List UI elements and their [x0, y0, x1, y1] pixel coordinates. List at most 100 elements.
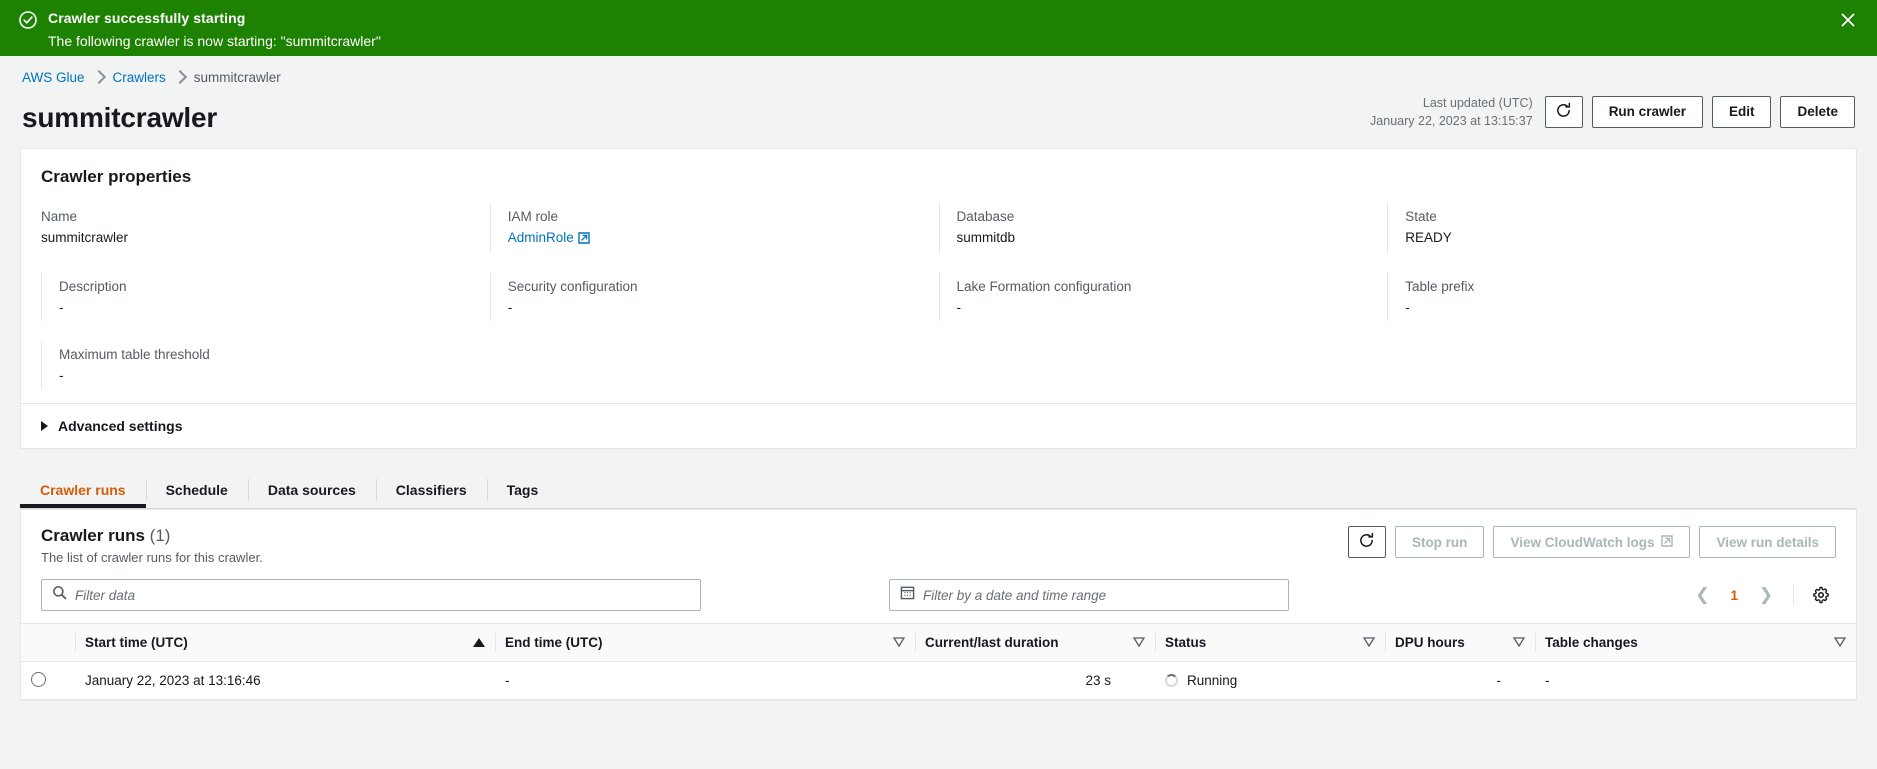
- divider: [1793, 585, 1794, 605]
- property-value: summitcrawler: [41, 230, 129, 245]
- property-state: State READY: [1387, 197, 1836, 267]
- runs-refresh-button[interactable]: [1347, 526, 1386, 558]
- view-cloudwatch-logs-label: View CloudWatch logs: [1510, 534, 1655, 550]
- calendar-icon: [900, 585, 915, 605]
- refresh-button[interactable]: [1544, 95, 1583, 128]
- crawler-runs-title-text: Crawler runs: [41, 526, 145, 545]
- page-header: summitcrawler Last updated (UTC) January…: [0, 84, 1877, 134]
- column-header-end-time[interactable]: End time (UTC): [495, 623, 915, 662]
- chevron-right-icon: [91, 69, 106, 85]
- sort-icon: [892, 635, 906, 650]
- property-database: Database summitdb: [938, 197, 1388, 267]
- tab-schedule[interactable]: Schedule: [145, 471, 248, 508]
- row-select-cell[interactable]: [21, 661, 75, 700]
- advanced-settings-toggle[interactable]: Advanced settings: [21, 403, 1856, 448]
- search-input-wrapper[interactable]: [41, 579, 701, 611]
- property-label: Database: [956, 209, 1015, 224]
- property-label: Security configuration: [507, 279, 638, 294]
- chevron-left-icon[interactable]: ❮: [1687, 580, 1717, 610]
- column-header-dpu-hours[interactable]: DPU hours: [1385, 623, 1535, 662]
- last-updated: Last updated (UTC) January 22, 2023 at 1…: [1370, 94, 1533, 130]
- breadcrumb-item-aws-glue[interactable]: AWS Glue: [22, 70, 85, 85]
- sort-ascending-icon: [473, 638, 485, 647]
- property-maximum-table-threshold: Maximum table threshold -: [41, 335, 490, 403]
- property-label: Description: [59, 279, 127, 294]
- column-header-start-time[interactable]: Start time (UTC): [75, 623, 495, 662]
- tab-tags[interactable]: Tags: [486, 471, 559, 508]
- crawler-runs-filters: ❮ 1 ❯: [21, 565, 1856, 623]
- column-header-status[interactable]: Status: [1155, 623, 1385, 662]
- property-value: AdminRole: [508, 230, 921, 247]
- delete-button[interactable]: Delete: [1780, 95, 1855, 128]
- cell-dpu-hours: -: [1385, 661, 1535, 700]
- run-crawler-button[interactable]: Run crawler: [1591, 95, 1703, 128]
- refresh-icon: [1358, 532, 1375, 552]
- flash-title: Crawler successfully starting: [48, 10, 246, 26]
- property-value: -: [59, 300, 64, 315]
- search-icon: [52, 585, 67, 605]
- sort-icon: [1362, 635, 1376, 650]
- view-cloudwatch-logs-button[interactable]: View CloudWatch logs: [1493, 526, 1691, 558]
- check-circle-icon: [18, 10, 38, 30]
- property-label: Maximum table threshold: [59, 347, 210, 362]
- table-row[interactable]: January 22, 2023 at 13:16:46 - 23 s Runn…: [21, 661, 1856, 700]
- flash-message: The following crawler is now starting: "…: [48, 33, 381, 50]
- property-value: -: [507, 300, 513, 315]
- sort-icon: [1512, 635, 1526, 650]
- chevron-right-icon[interactable]: ❯: [1751, 580, 1781, 610]
- crawler-runs-panel: Crawler runs (1) The list of crawler run…: [20, 509, 1857, 701]
- property-label: Lake Formation configuration: [956, 279, 1132, 294]
- property-iam-role: IAM role AdminRole: [489, 197, 939, 267]
- crawler-runs-count: (1): [149, 526, 171, 545]
- page-title: summitcrawler: [22, 102, 218, 133]
- property-label: State: [1405, 209, 1437, 224]
- breadcrumb-item-crawlers[interactable]: Crawlers: [113, 70, 166, 85]
- tab-data-sources[interactable]: Data sources: [247, 471, 376, 508]
- refresh-icon: [1555, 102, 1572, 122]
- cell-start-time: January 22, 2023 at 13:16:46: [75, 661, 495, 700]
- iam-role-link[interactable]: AdminRole: [508, 230, 574, 245]
- cell-table-changes: -: [1535, 661, 1856, 700]
- date-filter-wrapper[interactable]: [889, 579, 1289, 611]
- column-label: Table changes: [1545, 635, 1638, 650]
- column-label: Status: [1165, 635, 1207, 650]
- crawler-properties-title: Crawler properties: [41, 167, 192, 186]
- property-value: summitdb: [956, 230, 1016, 245]
- caret-right-icon: [41, 421, 48, 431]
- last-updated-value: January 22, 2023 at 13:15:37: [1370, 113, 1533, 128]
- gear-icon[interactable]: [1806, 580, 1836, 610]
- column-header-current-last-duration[interactable]: Current/last duration: [915, 623, 1155, 662]
- search-input[interactable]: [75, 587, 690, 603]
- date-filter-input[interactable]: [923, 587, 1278, 603]
- column-header-table-changes[interactable]: Table changes: [1535, 623, 1856, 662]
- external-link-icon: [1661, 534, 1674, 550]
- crawler-runs-header: Crawler runs (1) The list of crawler run…: [21, 510, 1856, 565]
- crawler-properties-card: Crawler properties Name summitcrawler IA…: [20, 148, 1857, 449]
- tab-crawler-runs[interactable]: Crawler runs: [20, 471, 146, 508]
- property-label: IAM role: [507, 209, 559, 224]
- page-number-1[interactable]: 1: [1721, 588, 1747, 603]
- status-text: Running: [1187, 673, 1238, 688]
- cell-end-time: -: [495, 661, 915, 700]
- property-security-configuration: Security configuration -: [489, 267, 939, 335]
- crawler-runs-table: Start time (UTC) End time (UTC) Current/…: [21, 623, 1856, 700]
- stop-run-button[interactable]: Stop run: [1394, 526, 1485, 558]
- pagination: ❮ 1 ❯: [1687, 580, 1836, 610]
- close-icon[interactable]: [1837, 9, 1859, 31]
- property-name: Name summitcrawler: [41, 197, 490, 267]
- row-radio-button[interactable]: [31, 671, 46, 687]
- select-column-header: [21, 623, 75, 662]
- column-label: Start time (UTC): [85, 635, 188, 650]
- column-label: DPU hours: [1395, 635, 1465, 650]
- view-run-details-button[interactable]: View run details: [1699, 526, 1836, 558]
- crawler-runs-actions: Stop run View CloudWatch logs View run d…: [1347, 526, 1836, 558]
- sort-icon: [1132, 635, 1146, 650]
- edit-button[interactable]: Edit: [1711, 95, 1772, 128]
- header-actions: Last updated (UTC) January 22, 2023 at 1…: [1370, 94, 1855, 134]
- last-updated-label: Last updated (UTC): [1422, 95, 1533, 110]
- external-link-icon: [578, 232, 590, 247]
- property-label: Name: [41, 209, 78, 224]
- tab-classifiers[interactable]: Classifiers: [375, 471, 487, 508]
- property-value: -: [1405, 300, 1410, 315]
- crawler-runs-title: Crawler runs (1): [41, 526, 263, 546]
